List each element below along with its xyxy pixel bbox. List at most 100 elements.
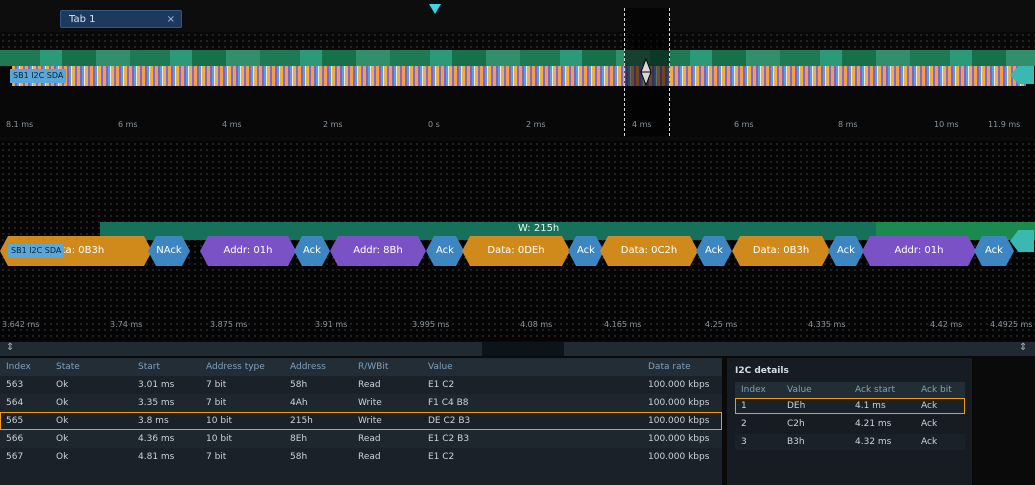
details-column-header[interactable]: Ack start [855, 382, 895, 398]
column-header[interactable]: Data rate [648, 358, 691, 376]
cell-index: 563 [6, 380, 24, 390]
zoom-tick: 3.642 ms [2, 320, 40, 329]
trigger-marker-icon[interactable] [429, 4, 441, 14]
cell-address: 58h [290, 380, 308, 390]
details-column-header[interactable]: Value [787, 382, 812, 398]
cell-value: DE C2 B3 [428, 416, 471, 426]
zoom-tick: 3.875 ms [210, 320, 248, 329]
cell-state: Ok [56, 416, 69, 426]
cell-data-rate: 100.000 kbps [648, 452, 710, 462]
table-row-selected[interactable]: 565 Ok 3.8 ms 10 bit 215h Write DE C2 B3… [0, 412, 722, 430]
zoom-tick: 4.4925 ms [990, 320, 1033, 329]
cell-data-rate: 100.000 kbps [648, 434, 710, 444]
cell-value: E1 C2 [428, 452, 455, 462]
scrollbar-thumb[interactable] [482, 342, 564, 356]
details-cell-value: C2h [787, 419, 805, 429]
segment-data[interactable]: Data: 0C2h [600, 236, 698, 266]
overview-tick: 6 ms [734, 120, 754, 129]
overview-tick: 10 ms [934, 120, 959, 129]
table-row[interactable]: 567 Ok 4.81 ms 7 bit 58h Read E1 C2 100.… [0, 448, 722, 466]
segment-nack[interactable]: NAck [148, 236, 190, 266]
overview-bus-label: SB1 I2C SDA [10, 69, 67, 83]
segment-data[interactable]: Data: 0DEh [462, 236, 570, 266]
zoom-handle-icon[interactable] [640, 58, 652, 86]
overview-bus-track [12, 66, 1026, 86]
cell-address-type: 7 bit [206, 380, 227, 390]
cell-index: 566 [6, 434, 24, 444]
table-row[interactable]: 564 Ok 3.35 ms 7 bit 4Ah Write F1 C4 B8 … [0, 394, 722, 412]
overview-tick: 2 ms [526, 120, 546, 129]
details-cell-value: B3h [787, 437, 805, 447]
cell-address: 215h [290, 416, 313, 426]
details-row[interactable]: 2 C2h 4.21 ms Ack [735, 416, 965, 432]
cell-start: 4.81 ms [138, 452, 175, 462]
segment-ack[interactable]: Ack [828, 236, 864, 266]
column-header[interactable]: Start [138, 358, 160, 376]
table-row[interactable]: 563 Ok 3.01 ms 7 bit 58h Read E1 C2 100.… [0, 376, 722, 394]
tab-label: Tab 1 [69, 14, 96, 25]
details-row[interactable]: 3 B3h 4.32 ms Ack [735, 434, 965, 450]
column-header[interactable]: State [56, 358, 80, 376]
column-header[interactable]: Value [428, 358, 453, 376]
cell-data-rate: 100.000 kbps [648, 398, 710, 408]
details-row-selected[interactable]: 1 DEh 4.1 ms Ack [735, 398, 965, 414]
cell-state: Ok [56, 380, 69, 390]
overview-tick: 11.9 ms [988, 120, 1021, 129]
scroll-right-icon[interactable]: ⇕ [1019, 342, 1027, 353]
details-cell-ack-bit: Ack [921, 419, 938, 429]
segment-ack[interactable]: Ack [568, 236, 604, 266]
details-column-header[interactable]: Ack bit [921, 382, 952, 398]
segment-address[interactable]: Addr: 01h [200, 236, 296, 266]
details-header: Index Value Ack start Ack bit [735, 382, 965, 398]
cell-start: 4.36 ms [138, 434, 175, 444]
cell-address: 58h [290, 452, 308, 462]
frame-label: W: 215h [518, 223, 560, 234]
segment-address[interactable]: Addr: 01h [862, 236, 976, 266]
segment-address[interactable]: Addr: 8Bh [330, 236, 426, 266]
scroll-left-icon[interactable]: ⇕ [6, 342, 14, 353]
cell-index: 567 [6, 452, 24, 462]
details-cell-ack-bit: Ack [921, 437, 938, 447]
details-cell-ack-start: 4.32 ms [855, 437, 892, 447]
details-title: I2C details [735, 366, 789, 376]
decoded-bus-row: Data: 0B3h NAck Addr: 01h Ack Addr: 8Bh … [0, 236, 1035, 266]
details-cell-ack-start: 4.21 ms [855, 419, 892, 429]
details-cell-ack-start: 4.1 ms [855, 401, 886, 411]
cell-state: Ok [56, 398, 69, 408]
segment-data[interactable]: Data: 0B3h [732, 236, 830, 266]
overview-tick: 8.1 ms [6, 120, 34, 129]
zoom-tick: 4.08 ms [520, 320, 553, 329]
tab-bar: Tab 1 × [0, 0, 1035, 32]
column-header[interactable]: R/WBit [358, 358, 388, 376]
segment-ack[interactable]: Ack [426, 236, 464, 266]
column-header[interactable]: Address type [206, 358, 265, 376]
decode-table: Index State Start Address type Address R… [0, 358, 722, 485]
cell-rw: Read [358, 380, 381, 390]
details-column-header[interactable]: Index [741, 382, 766, 398]
zoom-tick: 3.91 ms [315, 320, 348, 329]
overview-time-axis: 8.1 ms 6 ms 4 ms 2 ms 0 s 2 ms 4 ms 6 ms… [0, 118, 1035, 134]
zoom-time-axis: 3.642 ms 3.74 ms 3.875 ms 3.91 ms 3.995 … [0, 320, 1035, 336]
cell-start: 3.35 ms [138, 398, 175, 408]
cell-address: 4Ah [290, 398, 308, 408]
details-cell-ack-bit: Ack [921, 401, 938, 411]
cell-address-type: 7 bit [206, 452, 227, 462]
table-row[interactable]: 566 Ok 4.36 ms 10 bit 8Eh Read E1 C2 B3 … [0, 430, 722, 448]
overview-tick: 0 s [428, 120, 440, 129]
tab-1[interactable]: Tab 1 × [60, 10, 182, 28]
cell-data-rate: 100.000 kbps [648, 380, 710, 390]
segment-ack[interactable]: Ack [974, 236, 1014, 266]
overview-tick: 2 ms [323, 120, 343, 129]
zoom-tick: 4.165 ms [604, 320, 642, 329]
cell-rw: Read [358, 434, 381, 444]
overview-tick: 6 ms [118, 120, 138, 129]
details-cell-value: DEh [787, 401, 806, 411]
segment-ack[interactable]: Ack [696, 236, 732, 266]
column-header[interactable]: Index [6, 358, 31, 376]
cell-state: Ok [56, 452, 69, 462]
column-header[interactable]: Address [290, 358, 326, 376]
cell-rw: Write [358, 398, 382, 408]
segment-ack[interactable]: Ack [294, 236, 330, 266]
zoom-tick: 3.995 ms [412, 320, 450, 329]
tab-close-icon[interactable]: × [167, 11, 175, 29]
